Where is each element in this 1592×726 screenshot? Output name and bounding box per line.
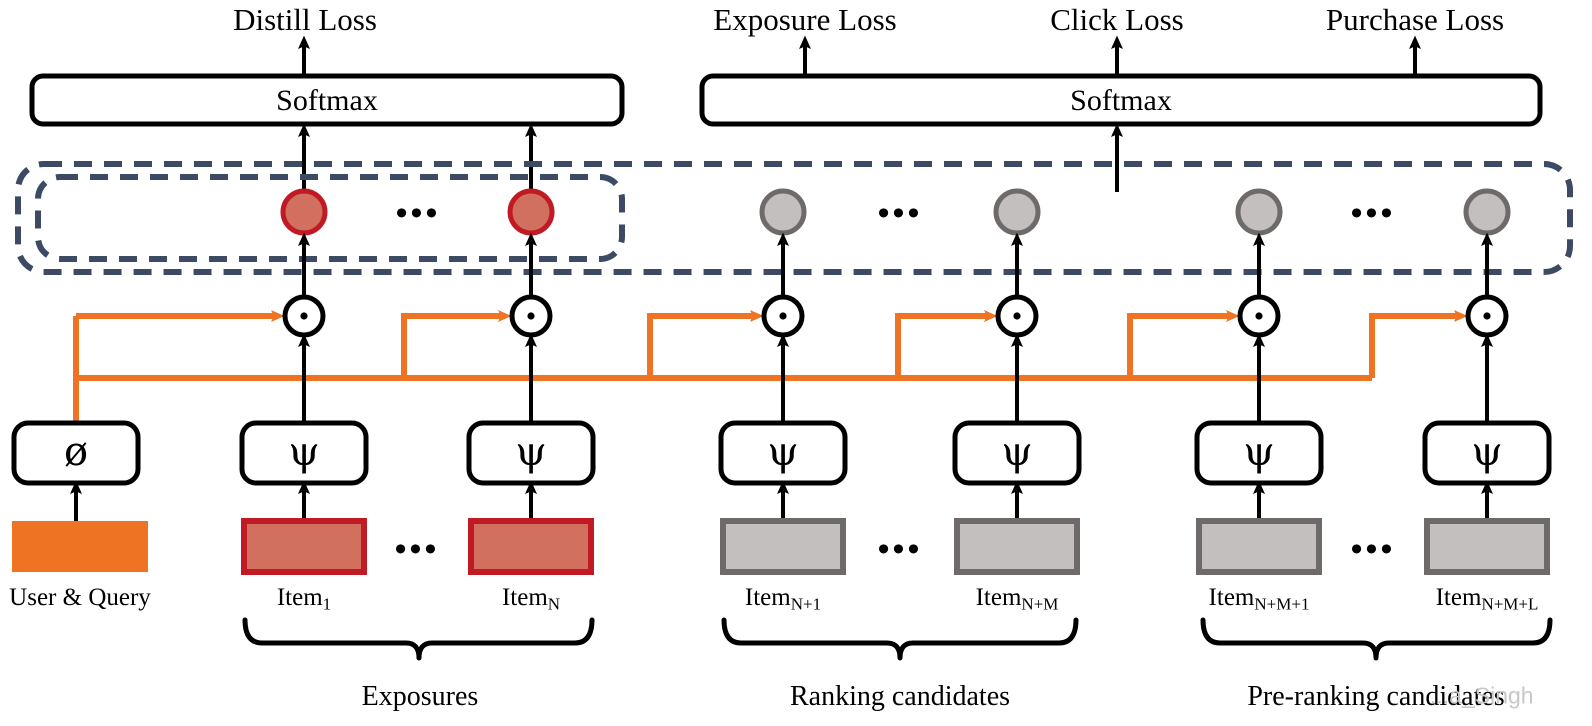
- ellipsis-nodes-ranking: •••: [877, 195, 923, 232]
- encoder-glyph-psi-nm1: ψ: [1243, 429, 1275, 475]
- input-label-item-n1-base: Item: [744, 584, 791, 611]
- input-label-item-nml-sub: N+M+L: [1481, 594, 1539, 614]
- encoder-glyph-phi: ø: [63, 429, 89, 475]
- dot-op-6-center-dot: [1483, 312, 1491, 320]
- input-label-item-n1: ItemN+1: [745, 584, 821, 614]
- node-ranking-1: [759, 188, 807, 236]
- input-label-item-1-sub: 1: [322, 594, 332, 614]
- input-label-item-n1-sub: N+1: [790, 594, 822, 614]
- input-item-nml: [1424, 518, 1550, 575]
- input-item-n: [468, 518, 594, 575]
- ellipsis-inputs-ranking: •••: [877, 531, 923, 568]
- node-ranking-m: [993, 188, 1041, 236]
- input-label-item-nm1-sub: N+M+1: [1254, 594, 1310, 614]
- input-label-item-n: ItemN: [502, 584, 560, 614]
- brace-ranking: [721, 617, 1079, 661]
- group-label-ranking: Ranking candidates: [789, 681, 1011, 712]
- group-label-exposures: Exposures: [361, 681, 479, 712]
- input-item-nm1: [1196, 518, 1322, 575]
- node-exposure-1: [280, 188, 328, 236]
- input-label-item-nm1-base: Item: [1208, 584, 1255, 611]
- watermark-text: ...a_Singh: [1430, 682, 1534, 709]
- input-label-user-query: User & Query: [9, 584, 151, 611]
- node-exposure-n: [507, 188, 555, 236]
- input-item-1: [241, 518, 367, 575]
- input-to-encoder-arrows: [70, 480, 1493, 521]
- loss-label-distill: Distill Loss: [233, 2, 377, 37]
- brace-preranking: [1200, 617, 1553, 661]
- input-item-n1: [720, 518, 846, 575]
- orange-feed-dotop-3: [647, 310, 764, 378]
- diagram-vector-layer: [11, 35, 1573, 661]
- input-label-item-n-sub: N: [547, 594, 561, 614]
- encoder-glyph-psi-nml: ψ: [1471, 429, 1503, 475]
- softmax-label-left: Softmax: [276, 84, 378, 117]
- dot-op-5-center-dot: [1255, 312, 1263, 320]
- input-label-item-nm: ItemN+M: [976, 584, 1059, 614]
- node-preranking-1: [1235, 188, 1283, 236]
- input-label-item-nm1: ItemN+M+1: [1209, 584, 1310, 614]
- input-label-item-nm-sub: N+M: [1021, 594, 1059, 614]
- ellipsis-nodes-exposures: •••: [395, 195, 441, 232]
- brace-exposures: [242, 617, 595, 661]
- dot-op-1-center-dot: [300, 312, 308, 320]
- input-label-item-n-base: Item: [501, 584, 548, 611]
- dot-op-3-center-dot: [779, 312, 787, 320]
- encoder-glyph-psi-nm: ψ: [1001, 429, 1033, 475]
- dot-op-2-center-dot: [527, 312, 535, 320]
- ellipsis-nodes-preranking: •••: [1350, 195, 1396, 232]
- orange-feed-dotop-2: [401, 310, 512, 378]
- input-item-nm: [954, 518, 1080, 575]
- input-label-item-nml: ItemN+M+L: [1436, 584, 1539, 614]
- ellipsis-inputs-exposures: •••: [394, 531, 440, 568]
- input-label-item-nml-base: Item: [1435, 584, 1482, 611]
- node-preranking-l: [1463, 188, 1511, 236]
- encoder-glyph-psi-1: ψ: [288, 429, 320, 475]
- dotop-to-node-arrows: [298, 232, 1493, 297]
- ellipsis-inputs-preranking: •••: [1350, 531, 1396, 568]
- loss-label-exposure: Exposure Loss: [713, 2, 897, 37]
- orange-feed-dotop-4: [895, 310, 998, 378]
- diagram-canvas: Distill Loss Exposure Loss Click Loss Pu…: [0, 0, 1592, 726]
- dot-op-4-center-dot: [1013, 312, 1021, 320]
- orange-feed-dotop-6: [1369, 310, 1468, 378]
- loss-label-purchase: Purchase Loss: [1325, 2, 1505, 37]
- group-braces: [242, 617, 1553, 661]
- softmax-label-right: Softmax: [1070, 84, 1172, 117]
- input-label-item-nm-base: Item: [975, 584, 1022, 611]
- loss-label-click: Click Loss: [1050, 2, 1184, 37]
- input-label-item-1: Item1: [277, 584, 331, 614]
- orange-feed-dotop-5: [1127, 310, 1240, 378]
- encoder-glyph-psi-n: ψ: [515, 429, 547, 475]
- encoder-glyph-psi-n1: ψ: [767, 429, 799, 475]
- input-user-query: [12, 521, 148, 572]
- softmax-boxes: [29, 73, 1543, 127]
- input-blocks: [12, 518, 1550, 575]
- loss-arrows: [298, 35, 1421, 74]
- input-label-item-1-base: Item: [276, 584, 323, 611]
